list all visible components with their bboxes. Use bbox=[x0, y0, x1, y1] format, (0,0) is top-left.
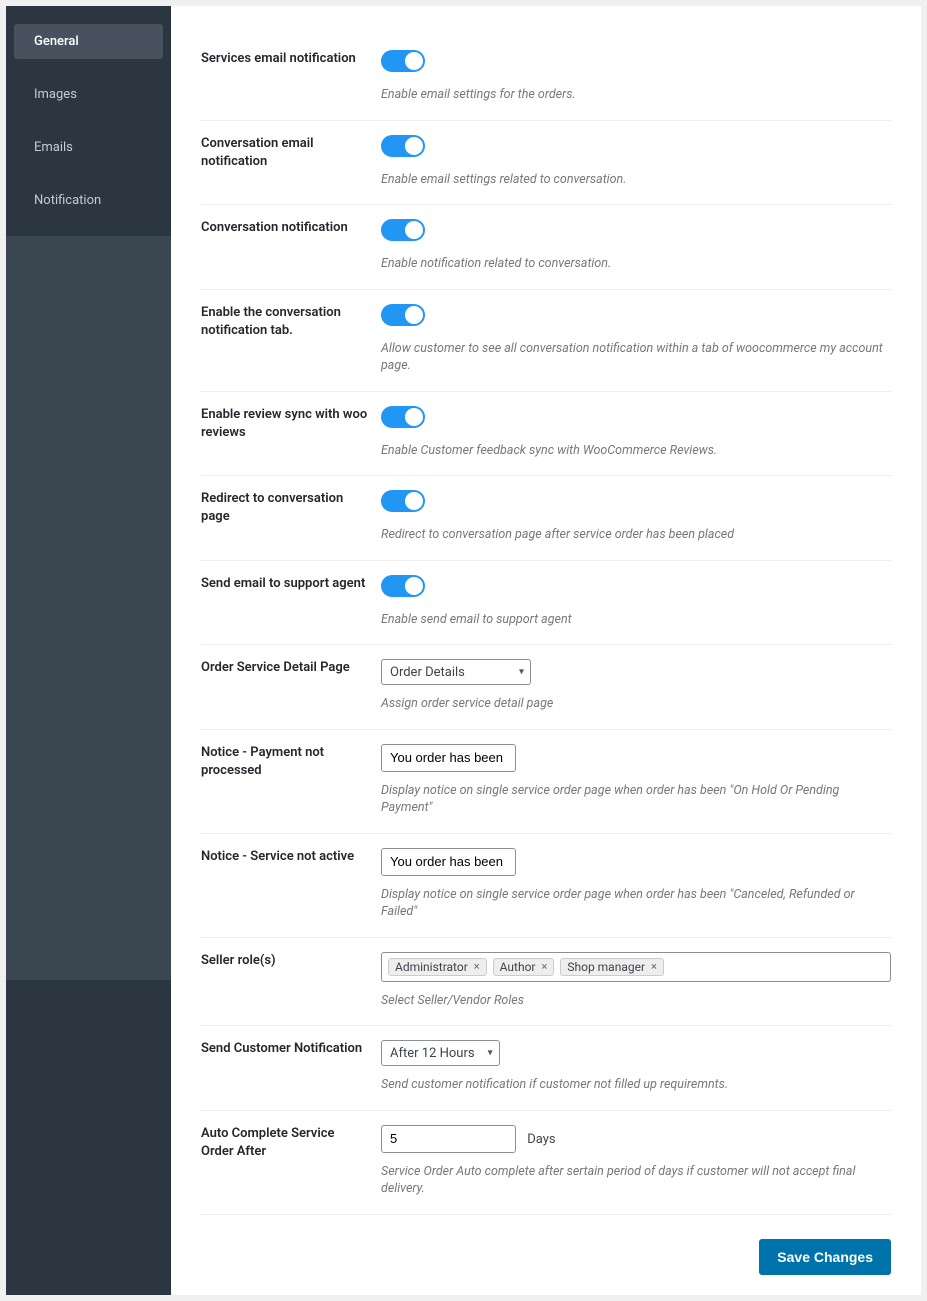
toggle-conv-tab[interactable] bbox=[381, 304, 425, 326]
input-notice-payment[interactable] bbox=[381, 744, 516, 772]
toggle-support-email[interactable] bbox=[381, 575, 425, 597]
toggle-services-email[interactable] bbox=[381, 50, 425, 72]
tag-author: Author × bbox=[493, 958, 555, 976]
desc-seller-roles: Select Seller/Vendor Roles bbox=[381, 992, 891, 1010]
multiselect-seller-roles[interactable]: Administrator × Author × Shop manager × bbox=[381, 952, 891, 982]
desc-services-email: Enable email settings for the orders. bbox=[381, 86, 891, 104]
desc-conv-tab: Allow customer to see all conversation n… bbox=[381, 340, 891, 375]
label-detail-page: Order Service Detail Page bbox=[201, 659, 381, 713]
label-review-sync: Enable review sync with woo reviews bbox=[201, 406, 381, 460]
tag-label: Administrator bbox=[395, 960, 468, 974]
desc-conv-notif: Enable notification related to conversat… bbox=[381, 255, 891, 273]
row-support-email: Send email to support agent Enable send … bbox=[201, 561, 891, 646]
tag-administrator: Administrator × bbox=[388, 958, 487, 976]
label-conv-email: Conversation email notification bbox=[201, 135, 381, 189]
save-changes-button[interactable]: Save Changes bbox=[759, 1239, 891, 1275]
desc-support-email: Enable send email to support agent bbox=[381, 611, 891, 629]
label-services-email: Services email notification bbox=[201, 50, 381, 104]
label-seller-roles: Seller role(s) bbox=[201, 952, 381, 1010]
label-conv-notif: Conversation notification bbox=[201, 219, 381, 273]
row-services-email: Services email notification Enable email… bbox=[201, 36, 891, 121]
sidebar-item-notification[interactable]: Notification bbox=[14, 183, 163, 218]
chevron-down-icon: ▾ bbox=[519, 667, 524, 678]
label-conv-tab: Enable the conversation notification tab… bbox=[201, 304, 381, 375]
sidebar-spacer bbox=[6, 236, 171, 980]
input-notice-service[interactable] bbox=[381, 848, 516, 876]
tag-label: Author bbox=[500, 960, 536, 974]
sidebar-item-emails[interactable]: Emails bbox=[14, 130, 163, 165]
unit-days: Days bbox=[527, 1132, 555, 1147]
label-customer-notif: Send Customer Notification bbox=[201, 1040, 381, 1094]
label-notice-service: Notice - Service not active bbox=[201, 848, 381, 921]
toggle-redirect[interactable] bbox=[381, 490, 425, 512]
select-customer-notif-value: After 12 Hours bbox=[390, 1046, 475, 1061]
close-icon[interactable]: × bbox=[474, 960, 480, 973]
label-redirect: Redirect to conversation page bbox=[201, 490, 381, 544]
sidebar-item-general[interactable]: General bbox=[14, 24, 163, 59]
input-auto-complete-days[interactable] bbox=[381, 1125, 516, 1153]
desc-detail-page: Assign order service detail page bbox=[381, 695, 891, 713]
desc-auto-complete: Service Order Auto complete after sertai… bbox=[381, 1163, 891, 1198]
label-support-email: Send email to support agent bbox=[201, 575, 381, 629]
desc-notice-payment: Display notice on single service order p… bbox=[381, 782, 891, 817]
row-detail-page: Order Service Detail Page Order Details … bbox=[201, 645, 891, 730]
desc-redirect: Redirect to conversation page after serv… bbox=[381, 526, 891, 544]
row-notice-payment: Notice - Payment not processed Display n… bbox=[201, 730, 891, 834]
select-detail-page-value: Order Details bbox=[390, 665, 465, 680]
row-conv-email: Conversation email notification Enable e… bbox=[201, 121, 891, 206]
row-auto-complete: Auto Complete Service Order After Days S… bbox=[201, 1111, 891, 1215]
desc-review-sync: Enable Customer feedback sync with WooCo… bbox=[381, 442, 891, 460]
toggle-review-sync[interactable] bbox=[381, 406, 425, 428]
sidebar-item-images[interactable]: Images bbox=[14, 77, 163, 112]
row-seller-roles: Seller role(s) Administrator × Author × … bbox=[201, 938, 891, 1027]
tag-label: Shop manager bbox=[567, 960, 645, 974]
toggle-conv-email[interactable] bbox=[381, 135, 425, 157]
chevron-down-icon: ▾ bbox=[488, 1048, 493, 1059]
toggle-conv-notif[interactable] bbox=[381, 219, 425, 241]
select-detail-page[interactable]: Order Details ▾ bbox=[381, 659, 531, 685]
desc-conv-email: Enable email settings related to convers… bbox=[381, 171, 891, 189]
row-customer-notif: Send Customer Notification After 12 Hour… bbox=[201, 1026, 891, 1111]
tag-shop-manager: Shop manager × bbox=[560, 958, 664, 976]
close-icon[interactable]: × bbox=[651, 960, 657, 973]
row-notice-service: Notice - Service not active Display noti… bbox=[201, 834, 891, 938]
desc-notice-service: Display notice on single service order p… bbox=[381, 886, 891, 921]
row-conv-tab: Enable the conversation notification tab… bbox=[201, 290, 891, 392]
row-redirect: Redirect to conversation page Redirect t… bbox=[201, 476, 891, 561]
row-review-sync: Enable review sync with woo reviews Enab… bbox=[201, 392, 891, 477]
desc-customer-notif: Send customer notification if customer n… bbox=[381, 1076, 891, 1094]
sidebar: General Images Emails Notification bbox=[6, 6, 171, 1295]
close-icon[interactable]: × bbox=[541, 960, 547, 973]
settings-panel: General Images Emails Notification Servi… bbox=[6, 6, 921, 1295]
row-conv-notif: Conversation notification Enable notific… bbox=[201, 205, 891, 290]
label-notice-payment: Notice - Payment not processed bbox=[201, 744, 381, 817]
save-row: Save Changes bbox=[201, 1239, 891, 1275]
select-customer-notif[interactable]: After 12 Hours ▾ bbox=[381, 1040, 500, 1066]
label-auto-complete: Auto Complete Service Order After bbox=[201, 1125, 381, 1198]
settings-form: Services email notification Enable email… bbox=[171, 6, 921, 1295]
